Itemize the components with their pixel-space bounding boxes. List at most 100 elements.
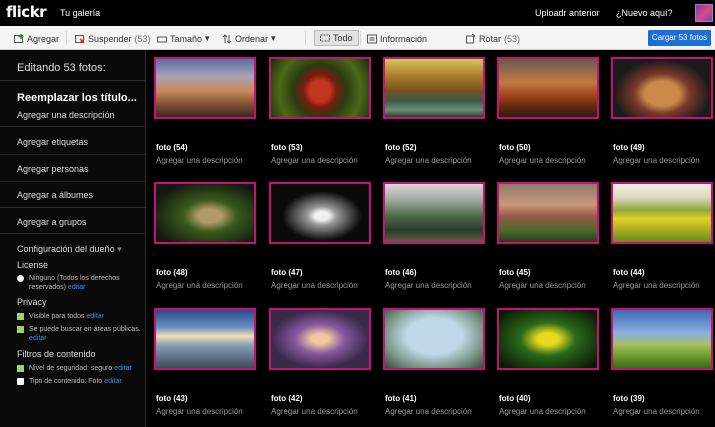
content-type-value: Tipo de contenido: Foto [29,378,103,385]
photo-thumbnail[interactable] [383,182,485,244]
photo-thumbnail[interactable] [154,182,256,244]
nav-gallery-link[interactable]: Tu galería [60,8,100,18]
photo-thumbnail[interactable] [497,308,599,370]
photo-description[interactable]: Agregar una descripción [156,156,243,165]
check-icon [17,313,24,320]
editing-count-label: Editando 53 fotos: [17,62,106,74]
photo-grid: foto (54) Agregar una descripción foto (… [152,54,715,427]
photo-thumbnail[interactable] [269,308,371,370]
photo-thumbnail[interactable] [611,182,713,244]
sidebar-divider [0,126,146,127]
photo-thumbnail[interactable] [154,308,256,370]
suspend-button-label: Suspender [88,33,132,44]
toolbar-divider [360,31,361,45]
replace-titles-field[interactable]: Reemplazar los título... [17,92,137,104]
photo-description[interactable]: Agregar una descripción [499,156,586,165]
batch-edit-sidebar: Editando 53 fotos: Reemplazar los título… [0,50,146,427]
nav-uploadr-previous-link[interactable]: Uploadr anterior [535,8,600,18]
photo-thumbnail[interactable] [497,57,599,119]
content-type-edit-link[interactable]: editar [104,378,122,385]
photo-description[interactable]: Agregar una descripción [385,281,472,290]
privacy-search-text: Se puede buscar en áreas públicas. edita… [29,325,142,343]
sidebar-divider [0,233,146,234]
photo-title[interactable]: foto (50) [499,143,531,152]
add-description-link[interactable]: Agregar una descripción [17,110,115,120]
photo-title[interactable]: foto (47) [271,268,303,277]
size-dropdown[interactable]: Tamaño ▾ [157,31,210,46]
photo-description[interactable]: Agregar una descripción [613,407,700,416]
sidebar-divider [0,80,146,81]
add-groups-link[interactable]: Agregar a grupos [17,217,87,227]
photo-description[interactable]: Agregar una descripción [613,281,700,290]
photo-title[interactable]: foto (44) [613,268,645,277]
nav-whats-new-link[interactable]: ¿Nuevo aquí? [616,8,673,18]
privacy-edit-link[interactable]: editar [86,313,104,320]
photo-title[interactable]: foto (48) [156,268,188,277]
check-icon [17,365,24,372]
photo-thumbnail[interactable] [383,57,485,119]
photo-description[interactable]: Agregar una descripción [499,407,586,416]
photo-description[interactable]: Agregar una descripción [385,156,472,165]
safety-edit-link[interactable]: editar [114,365,132,372]
photo-title[interactable]: foto (49) [613,143,645,152]
add-button-label: Agregar [27,33,60,44]
photo-description[interactable]: Agregar una descripción [156,281,243,290]
chevron-down-icon: ▾ [271,33,276,43]
photo-description[interactable]: Agregar una descripción [271,407,358,416]
sidebar-divider [0,154,146,155]
select-all-button[interactable]: Todo [314,30,359,46]
sort-icon [222,33,232,44]
photo-description[interactable]: Agregar una descripción [613,156,700,165]
photo-thumbnail[interactable] [269,182,371,244]
owner-settings-heading[interactable]: Configuración del dueño ▾ [17,244,122,255]
photo-title[interactable]: foto (43) [156,394,188,403]
photo-description[interactable]: Agregar una descripción [271,281,358,290]
content-type-icon [17,378,24,385]
safety-level-value: Nivel de seguridad: seguro [29,365,113,372]
license-edit-link[interactable]: editar [68,284,86,291]
add-tags-link[interactable]: Agregar etiquetas [17,137,88,147]
photo-description[interactable]: Agregar una descripción [385,407,472,416]
content-type-row: Tipo de contenido: Foto editar [17,377,142,386]
license-icon [17,275,24,282]
safety-level-row: Nivel de seguridad: seguro editar [17,364,142,373]
info-button-label: Información [380,33,428,44]
rotate-button[interactable]: Rotar (53) [466,31,520,46]
sort-dropdown[interactable]: Ordenar ▾ [222,31,276,46]
photo-thumbnail[interactable] [383,308,485,370]
add-albums-link[interactable]: Agregar a álbumes [17,190,93,200]
info-icon [367,34,377,44]
chevron-down-icon: ▾ [117,244,122,254]
photo-thumbnail[interactable] [269,57,371,119]
photo-title[interactable]: foto (40) [499,394,531,403]
privacy-heading: Privacy [17,297,47,307]
photo-title[interactable]: foto (46) [385,268,417,277]
photo-thumbnail[interactable] [611,308,713,370]
info-button[interactable]: Información [367,31,427,46]
size-dropdown-label: Tamaño [170,33,203,44]
photo-description[interactable]: Agregar una descripción [156,407,243,416]
photo-title[interactable]: foto (42) [271,394,303,403]
photo-title[interactable]: foto (54) [156,143,188,152]
photo-title[interactable]: foto (53) [271,143,303,152]
photo-description[interactable]: Agregar una descripción [499,281,586,290]
sidebar-divider [0,181,146,182]
top-bar: flickr Tu galería Uploadr anterior ¿Nuev… [0,0,715,26]
add-button[interactable]: Agregar [14,31,59,46]
flickr-logo[interactable]: flickr [6,3,47,21]
photo-thumbnail[interactable] [611,57,713,119]
photo-thumbnail[interactable] [154,57,256,119]
photo-title[interactable]: foto (41) [385,394,417,403]
photo-title[interactable]: foto (45) [499,268,531,277]
add-people-link[interactable]: Agregar personas [17,164,89,174]
photo-title[interactable]: foto (52) [385,143,417,152]
upload-photos-button[interactable]: Cargar 53 fotos [648,30,711,46]
photo-thumbnail[interactable] [497,182,599,244]
photo-description[interactable]: Agregar una descripción [271,156,358,165]
photo-title[interactable]: foto (39) [613,394,645,403]
toolbar-divider [66,31,67,45]
sort-dropdown-label: Ordenar [235,33,269,44]
avatar[interactable] [695,4,713,22]
search-edit-link[interactable]: editar [29,335,47,342]
suspend-button[interactable]: Suspender (53) [75,31,151,46]
